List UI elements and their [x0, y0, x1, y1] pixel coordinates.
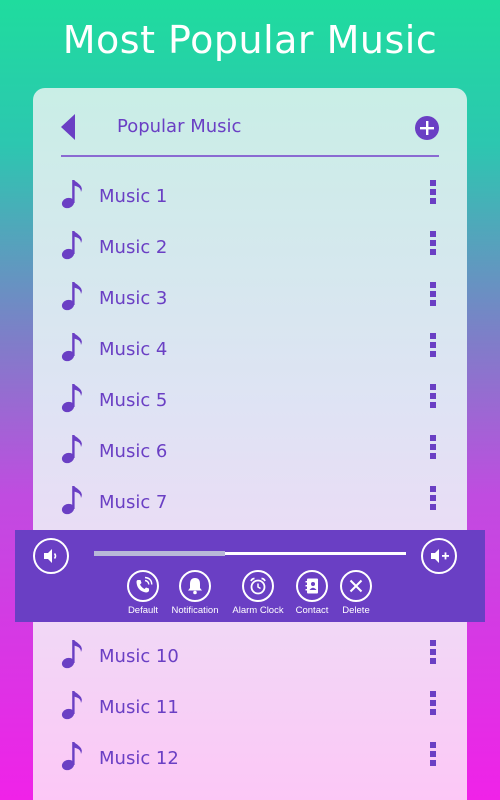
- song-name: Music 12: [99, 748, 179, 769]
- more-vertical-icon: [430, 384, 436, 408]
- action-label: Default: [127, 605, 159, 616]
- phone-ring-icon: [136, 576, 153, 593]
- more-vertical-icon: [430, 640, 436, 664]
- close-icon: [349, 579, 363, 593]
- music-note-icon-wrap: [61, 689, 85, 721]
- song-menu-button[interactable]: [426, 484, 440, 514]
- back-arrow-icon: [61, 114, 75, 140]
- ringtone-player-panel: Default Notification Alarm Clock Contact…: [15, 530, 485, 622]
- song-menu-button[interactable]: [426, 178, 440, 208]
- music-note-icon-wrap: [61, 331, 85, 363]
- close-icon-wrap: [340, 570, 372, 602]
- music-note-icon: [61, 333, 82, 362]
- music-list-card: Popular Music Music 1 Music 2 Music 3 Music…: [33, 88, 467, 800]
- music-note-icon: [61, 180, 82, 209]
- music-note-icon-wrap: [61, 178, 85, 210]
- more-vertical-icon: [430, 486, 436, 510]
- music-note-icon: [61, 435, 82, 464]
- song-name: Music 2: [99, 237, 168, 258]
- bell-icon: [188, 578, 202, 595]
- music-note-icon-wrap: [61, 638, 85, 670]
- song-row[interactable]: Music 11: [33, 689, 467, 740]
- page-title: Popular Music: [117, 116, 242, 137]
- song-menu-button[interactable]: [426, 331, 440, 361]
- action-label: Notification: [171, 605, 219, 616]
- set-default-button[interactable]: Default: [113, 570, 173, 620]
- progress-fill: [94, 551, 226, 556]
- contact-book-icon-wrap: [296, 570, 328, 602]
- more-vertical-icon: [430, 231, 436, 255]
- music-note-icon-wrap: [61, 382, 85, 414]
- card-header: Popular Music: [33, 88, 467, 156]
- plus-icon: [420, 121, 434, 135]
- song-row[interactable]: Music 10: [33, 638, 467, 689]
- music-note-icon-wrap: [61, 740, 85, 772]
- music-note-icon-wrap: [61, 484, 85, 516]
- song-name: Music 4: [99, 339, 168, 360]
- song-name: Music 1: [99, 186, 168, 207]
- delete-button[interactable]: Delete: [326, 570, 386, 620]
- song-name: Music 5: [99, 390, 168, 411]
- song-row[interactable]: Music 4: [33, 331, 467, 382]
- back-button[interactable]: [59, 114, 79, 140]
- song-row[interactable]: Music 5: [33, 382, 467, 433]
- alarm-clock-icon: [250, 577, 266, 595]
- volume-down-icon: [44, 549, 57, 563]
- volume-down-button[interactable]: [33, 538, 69, 574]
- more-vertical-icon: [430, 282, 436, 306]
- more-vertical-icon: [430, 691, 436, 715]
- action-label: Alarm Clock: [232, 605, 284, 616]
- set-alarm-button[interactable]: Alarm Clock: [228, 570, 288, 620]
- song-name: Music 11: [99, 697, 179, 718]
- song-row[interactable]: Music 7: [33, 484, 467, 535]
- action-label: Delete: [342, 605, 370, 616]
- set-notification-button[interactable]: Notification: [165, 570, 225, 620]
- hero-title: Most Popular Music: [62, 18, 438, 62]
- song-name: Music 10: [99, 646, 179, 667]
- music-note-icon-wrap: [61, 433, 85, 465]
- add-button[interactable]: [415, 116, 439, 140]
- music-note-icon: [61, 486, 82, 515]
- song-menu-button[interactable]: [426, 638, 440, 668]
- alarm-clock-icon-wrap: [242, 570, 274, 602]
- song-menu-button[interactable]: [426, 433, 440, 463]
- header-divider: [61, 155, 439, 157]
- more-vertical-icon: [430, 742, 436, 766]
- music-note-icon: [61, 691, 82, 720]
- music-note-icon-wrap: [61, 229, 85, 261]
- song-row[interactable]: Music 12: [33, 740, 467, 791]
- song-row[interactable]: Music 1: [33, 178, 467, 229]
- song-row[interactable]: Music 6: [33, 433, 467, 484]
- song-row[interactable]: Music 3: [33, 280, 467, 331]
- volume-up-icon: [431, 549, 449, 563]
- more-vertical-icon: [430, 180, 436, 204]
- music-note-icon: [61, 742, 82, 771]
- song-menu-button[interactable]: [426, 689, 440, 719]
- song-row[interactable]: Music 2: [33, 229, 467, 280]
- song-name: Music 6: [99, 441, 168, 462]
- song-menu-button[interactable]: [426, 740, 440, 770]
- phone-ring-icon-wrap: [127, 570, 159, 602]
- bell-icon-wrap: [179, 570, 211, 602]
- song-name: Music 7: [99, 492, 168, 513]
- volume-up-button[interactable]: [421, 538, 457, 574]
- music-note-icon-wrap: [61, 280, 85, 312]
- song-menu-button[interactable]: [426, 229, 440, 259]
- more-vertical-icon: [430, 333, 436, 357]
- music-note-icon: [61, 231, 82, 260]
- music-note-icon: [61, 282, 82, 311]
- music-note-icon: [61, 640, 82, 669]
- song-name: Music 3: [99, 288, 168, 309]
- more-vertical-icon: [430, 435, 436, 459]
- progress-track[interactable]: [94, 551, 406, 556]
- song-menu-button[interactable]: [426, 280, 440, 310]
- music-note-icon: [61, 384, 82, 413]
- contact-book-icon: [305, 578, 318, 594]
- song-menu-button[interactable]: [426, 382, 440, 412]
